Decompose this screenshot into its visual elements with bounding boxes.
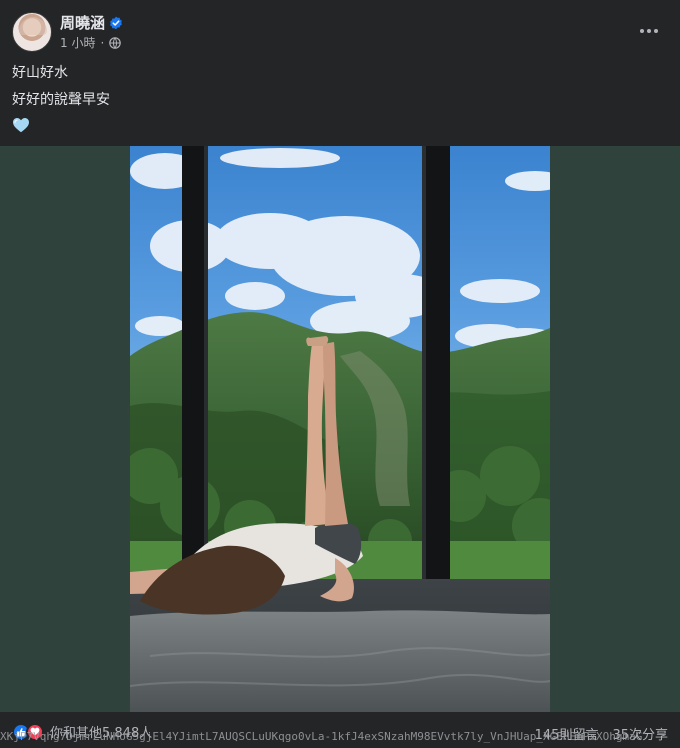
post-timestamp[interactable]: 1 小時 bbox=[60, 34, 95, 51]
author-name[interactable]: 周曉涵 bbox=[60, 12, 105, 33]
author-avatar[interactable] bbox=[12, 12, 52, 52]
more-options-icon[interactable] bbox=[636, 18, 662, 44]
globe-icon[interactable] bbox=[109, 36, 122, 49]
post-meta: 1 小時 · bbox=[60, 34, 122, 51]
meta-separator: · bbox=[100, 35, 105, 50]
author-line: 周曉涵 bbox=[60, 12, 123, 33]
post-line-1: 好山好水 bbox=[12, 65, 68, 81]
post-media[interactable] bbox=[0, 146, 680, 712]
light-blue-heart-icon bbox=[13, 118, 29, 133]
photo-scene bbox=[130, 146, 550, 712]
url-overlay-text: XKjP7Vqhg7DjmrZuNHoG5gjEl4YJimtL7AUQSCLu… bbox=[0, 730, 643, 743]
post-header: 周曉涵 1 小時 · 好山好水 好好的說聲早安 bbox=[0, 0, 680, 146]
verified-badge-icon bbox=[110, 16, 122, 29]
post-photo[interactable] bbox=[130, 146, 550, 712]
post-text: 好山好水 好好的說聲早安 bbox=[12, 60, 110, 114]
post-line-2: 好好的說聲早安 bbox=[12, 92, 110, 108]
